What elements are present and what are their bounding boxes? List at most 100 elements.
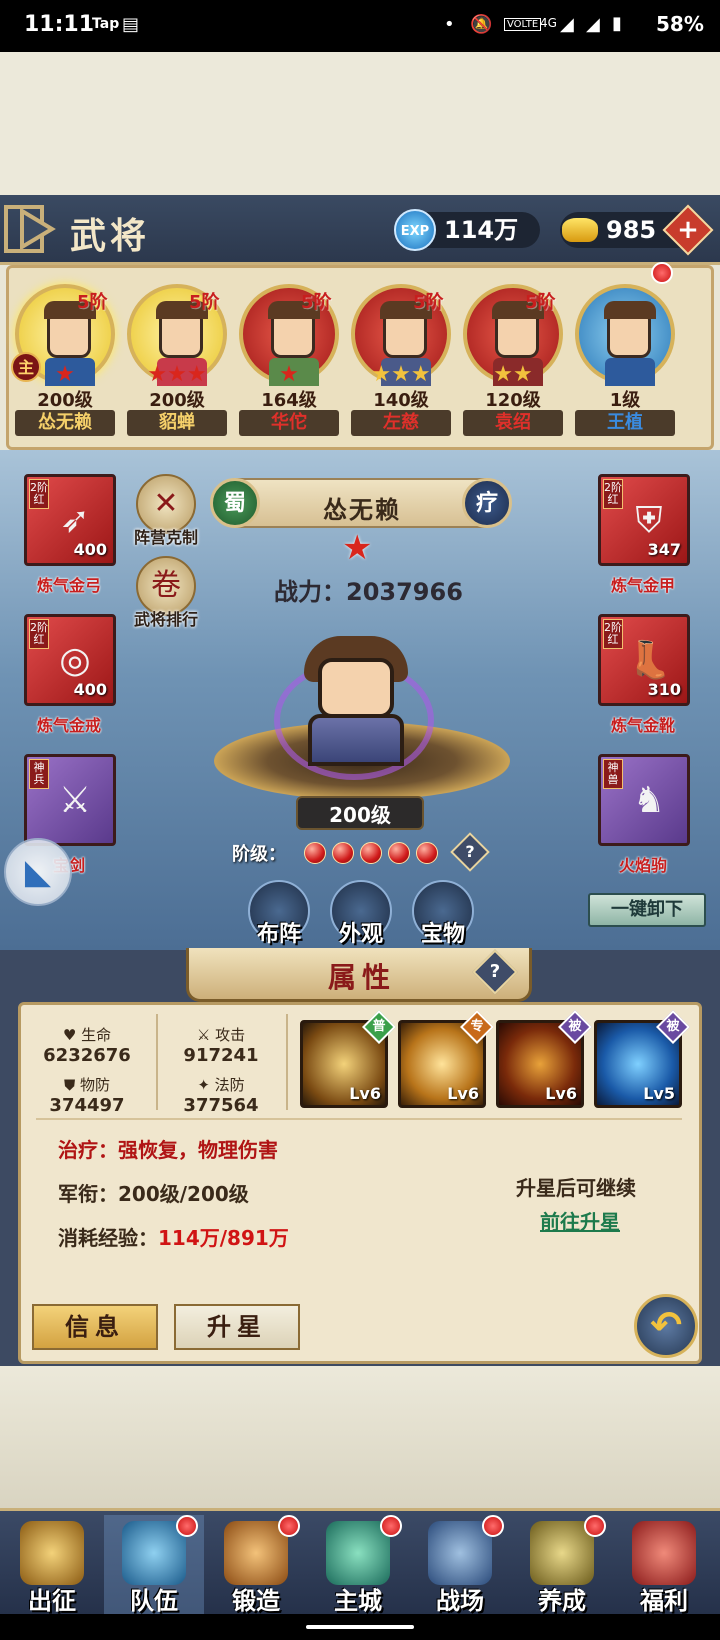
nav-forge[interactable]: 锻造 — [206, 1515, 306, 1615]
equip-slot-ring[interactable]: 2阶红 ◎ 400 — [24, 614, 116, 706]
skill-slot-2[interactable]: 专 Lv6 — [398, 1010, 494, 1108]
volte-icon: VOLTE — [504, 18, 542, 31]
tab-star-up[interactable]: 升星 — [174, 1304, 300, 1350]
divider — [286, 1014, 288, 1110]
signal2-icon: ◢ — [586, 14, 600, 35]
stat-hp-value: 6232676 — [43, 1045, 131, 1066]
exp-cost-label: 消耗经验： — [58, 1226, 158, 1250]
stat-mdef: ✦ 法防 377564 — [166, 1074, 276, 1116]
tab-info[interactable]: 信息 — [32, 1304, 158, 1350]
header-bar: 武将 EXP 114万 985 — [0, 195, 720, 265]
formation-label: 布阵 — [256, 922, 301, 947]
hero-card-5[interactable]: 5阶 ★★ 120级 袁绍 — [461, 280, 565, 442]
welfare-icon — [632, 1521, 696, 1585]
hero-card-1[interactable]: 5阶 ★ 200级 怂无赖 主 — [11, 280, 117, 442]
appearance-button[interactable]: 外观 — [326, 880, 396, 950]
nav-label: 主城 — [334, 1587, 382, 1615]
boots-icon: 👢 — [627, 640, 672, 681]
equip-count: 400 — [73, 680, 107, 699]
faction-badge: 蜀 — [210, 478, 260, 528]
hero-card-2[interactable]: 5阶 ★★★ 200级 貂蝉 — [125, 280, 229, 442]
hero-card-6[interactable]: 1级 王植 — [573, 280, 677, 442]
nav-main-city[interactable]: 主城 — [308, 1515, 408, 1615]
equip-tag: 2阶红 — [29, 619, 49, 649]
equip-tag: 神兵 — [29, 759, 49, 789]
hero-name: 左慈 — [351, 410, 451, 436]
hero-card-3[interactable]: 5阶 ★ 164级 华佗 — [237, 280, 341, 442]
stat-mdef-value: 377564 — [183, 1095, 259, 1116]
hero-list: 5阶 ★ 200级 怂无赖 主 5阶 ★★★ 200级 貂蝉 5阶 ★ 164级… — [6, 262, 714, 450]
go-star-up-link[interactable]: 前往升星 — [540, 1206, 620, 1235]
hero-name: 怂无赖 — [15, 410, 115, 436]
dot-icon: • — [444, 14, 455, 35]
hero-name: 华佗 — [239, 410, 339, 436]
network-label: 4G — [540, 16, 557, 30]
back-arrow-icon[interactable] — [4, 201, 56, 257]
nav-cultivate[interactable]: 养成 — [512, 1515, 612, 1615]
role-description: 治疗：强恢复，物理伤害 — [58, 1138, 278, 1162]
hero-level: 120级 — [485, 390, 541, 411]
stat-atk-label: 攻击 — [215, 1026, 246, 1044]
equip-slot-sword[interactable]: 神兵 ⚔ — [24, 754, 116, 846]
floating-assistant-icon[interactable]: ◣ — [4, 838, 72, 906]
skill-slot-3[interactable]: 被 Lv6 — [496, 1010, 592, 1108]
hero-ranking-button[interactable]: 卷 武将排行 — [126, 556, 206, 630]
hero-level: 140级 — [373, 390, 429, 411]
logo-glyph: ◣ — [24, 852, 52, 892]
star-icon: ★ — [342, 528, 373, 568]
skill-level: Lv5 — [643, 1084, 675, 1103]
nav-welfare[interactable]: 福利 — [614, 1515, 714, 1615]
rank-label: 阶级： — [232, 844, 286, 865]
divider — [156, 1014, 158, 1110]
hero-stage: 5阶 — [525, 292, 556, 313]
stat-atk: ⚔ 攻击 917241 — [166, 1024, 276, 1066]
tap-app-icon: Tap — [92, 16, 120, 32]
nav-expedition[interactable]: 出征 — [2, 1515, 102, 1615]
treasure-button[interactable]: 宝物 — [408, 880, 478, 950]
rank-info: 军衔：200级/200级 — [58, 1182, 249, 1206]
equip-label-bow: 炼气金弓 — [36, 576, 101, 595]
formation-button[interactable]: 布阵 — [244, 880, 314, 950]
equip-slot-boots[interactable]: 2阶红 👢 310 — [598, 614, 690, 706]
notification-dot — [278, 1515, 300, 1537]
skill-slot-4[interactable]: 被 Lv5 — [594, 1010, 690, 1108]
hero-avatar[interactable] — [296, 636, 416, 766]
bow-icon: ➶ — [59, 500, 91, 541]
stat-pdef-value: 374497 — [49, 1095, 125, 1116]
stat-hp-label: 生命 — [81, 1026, 112, 1044]
home-indicator[interactable] — [306, 1625, 414, 1629]
equip-slot-armor[interactable]: 2阶红 ⛨ 347 — [598, 474, 690, 566]
equip-slot-mount[interactable]: 神兽 ♞ — [598, 754, 690, 846]
equip-tag: 2阶红 — [603, 479, 623, 509]
battery-icon: ▮ — [612, 13, 622, 34]
rank-gem-icon — [304, 842, 326, 864]
hero-stage: 5阶 — [77, 292, 108, 313]
sword-icon: ⚔ — [58, 780, 92, 821]
physical-defense-icon: ⛊ — [63, 1076, 76, 1094]
skill-slot-1[interactable]: 普 Lv6 — [300, 1010, 396, 1108]
stat-atk-value: 917241 — [183, 1045, 259, 1066]
return-button[interactable]: ↶ — [634, 1294, 698, 1358]
equip-count: 310 — [647, 680, 681, 699]
unequip-all-button[interactable]: 一键卸下 — [588, 893, 706, 927]
gold-value: 985 — [606, 216, 657, 244]
selected-hero-name: 怂无赖 — [323, 496, 401, 524]
camp-counter-button[interactable]: ✕ 阵营克制 — [126, 474, 206, 548]
hero-stage: 5阶 — [189, 292, 220, 313]
armor-icon: ⛨ — [635, 500, 663, 541]
hero-level: 164级 — [261, 390, 317, 411]
notification-dot — [651, 262, 673, 284]
nav-battlefield[interactable]: 战场 — [410, 1515, 510, 1615]
skill-level: Lv6 — [447, 1084, 479, 1103]
hero-card-4[interactable]: 5阶 ★★★ 140级 左慈 — [349, 280, 453, 442]
stat-pdef-label: 物防 — [80, 1076, 111, 1094]
nav-team[interactable]: 队伍 — [104, 1515, 204, 1615]
hero-level: 1级 — [609, 390, 641, 411]
stat-hp: ♥ 生命 6232676 — [32, 1024, 142, 1066]
skill-level: Lv6 — [349, 1084, 381, 1103]
equip-slot-bow[interactable]: 2阶红 ➶ 400 — [24, 474, 116, 566]
skill-badge-text: 被 — [666, 1019, 680, 1034]
heart-icon: ♥ — [62, 1026, 77, 1044]
question-icon: ? — [465, 842, 475, 861]
hero-level-plate: 200级 — [296, 796, 424, 830]
